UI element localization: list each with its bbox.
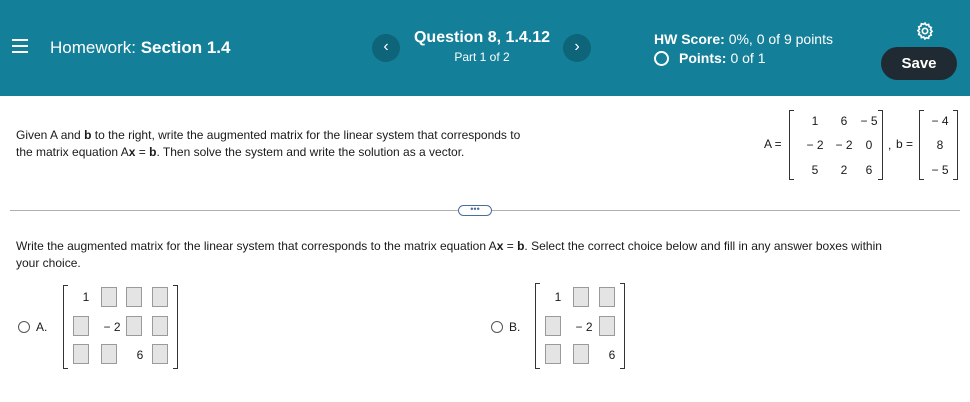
choice-a-label[interactable]: A. — [36, 320, 47, 334]
expand-more-button[interactable]: ••• — [458, 205, 492, 216]
choice-a-answer-box[interactable] — [73, 316, 89, 336]
matrix-a-cell: 0 — [865, 138, 873, 152]
question-part: Part 1 of 2 — [454, 50, 510, 64]
vector-b-right-bracket — [953, 110, 958, 180]
choice-a-left-bracket — [63, 285, 68, 369]
previous-question-button[interactable]: ‹ — [372, 34, 400, 62]
matrix-a-cell: 5 — [811, 163, 819, 177]
statement-text: the matrix equation A — [16, 145, 129, 159]
vector-b-cell: 8 — [936, 138, 944, 152]
homework-title-prefix: Homework: — [50, 38, 136, 57]
save-button[interactable]: Save — [881, 47, 957, 80]
matrix-separator: , — [888, 138, 892, 152]
next-question-button[interactable]: › — [563, 34, 591, 62]
choice-b-given-entry: 1 — [554, 290, 562, 304]
gear-icon[interactable] — [915, 21, 935, 41]
choice-a-given-entry: 6 — [136, 348, 144, 362]
vector-b-label: b = — [896, 137, 914, 151]
question-title: Question 8, 1.4.12 — [413, 29, 551, 46]
choice-b-given-entry: 6 — [608, 348, 616, 362]
instruction-part: . Select the correct choice below and fi… — [524, 239, 882, 253]
statement-text: = — [135, 145, 150, 159]
vector-b-left-bracket — [919, 110, 924, 180]
instruction-part: Write the augmented matrix for the linea… — [16, 239, 497, 253]
points: Points: 0 of 1 — [654, 50, 765, 66]
instruction-part: = — [503, 239, 518, 253]
statement-text: to the right, write the augmented matrix… — [91, 128, 521, 142]
matrix-a-cell: − 5 — [860, 114, 878, 128]
problem-statement: Given A and b to the right, write the au… — [16, 127, 576, 161]
matrix-a-cell: 2 — [840, 163, 848, 177]
statement-text: Given A and — [16, 128, 85, 142]
choice-a-answer-box[interactable] — [101, 287, 117, 307]
choice-b-answer-box[interactable] — [545, 316, 561, 336]
choice-a-right-bracket — [173, 285, 178, 369]
choice-a-radio[interactable] — [18, 321, 30, 333]
choice-a-answer-box[interactable] — [126, 287, 142, 307]
homework-title: Homework: Section 1.4 — [50, 38, 230, 58]
choice-b-answer-box[interactable] — [545, 344, 561, 364]
points-circle-icon — [654, 50, 669, 66]
choice-b-left-bracket — [535, 283, 540, 369]
matrix-a-left-bracket — [789, 110, 794, 180]
hw-score: HW Score: 0%, 0 of 9 points — [654, 31, 833, 47]
choice-a-given-entry: − 2 — [103, 320, 121, 334]
choice-b-given-entry: − 2 — [575, 320, 593, 334]
choice-b-label[interactable]: B. — [509, 320, 520, 334]
choice-b-answer-box[interactable] — [573, 287, 589, 307]
choice-a-answer-box[interactable] — [73, 344, 89, 364]
instruction-part: your choice. — [16, 256, 81, 270]
choice-a-answer-box[interactable] — [152, 344, 168, 364]
matrix-a-cell: 1 — [811, 114, 819, 128]
choice-a-answer-box[interactable] — [126, 316, 142, 336]
choice-b-answer-box[interactable] — [599, 287, 615, 307]
points-label: Points: — [679, 50, 727, 66]
choice-a-given-entry: 1 — [82, 290, 90, 304]
matrix-a-label: A = — [764, 137, 782, 151]
matrix-a-cell: 6 — [840, 114, 848, 128]
choice-b-answer-box[interactable] — [573, 344, 589, 364]
matrix-a-cell: 6 — [865, 163, 873, 177]
choice-a-answer-box[interactable] — [152, 287, 168, 307]
vector-b-cell: − 4 — [931, 114, 949, 128]
choice-b-answer-box[interactable] — [599, 316, 615, 336]
statement-text: . Then solve the system and write the so… — [156, 145, 465, 159]
menu-icon[interactable] — [12, 39, 28, 55]
vector-b-cell: − 5 — [931, 163, 949, 177]
matrix-a-cell: − 2 — [806, 138, 824, 152]
choice-a-answer-box[interactable] — [152, 316, 168, 336]
matrix-a-cell: − 2 — [835, 138, 853, 152]
instruction-text: Write the augmented matrix for the linea… — [16, 238, 961, 272]
hw-score-label: HW Score: — [654, 31, 725, 47]
hw-score-value: 0%, 0 of 9 points — [728, 31, 833, 47]
homework-section: Section 1.4 — [140, 38, 231, 57]
points-value: 0 of 1 — [730, 50, 766, 66]
choice-a-answer-box[interactable] — [101, 344, 117, 364]
top-bar: Homework: Section 1.4 ‹ Question 8, 1.4.… — [0, 0, 970, 96]
choice-b-radio[interactable] — [491, 321, 503, 333]
